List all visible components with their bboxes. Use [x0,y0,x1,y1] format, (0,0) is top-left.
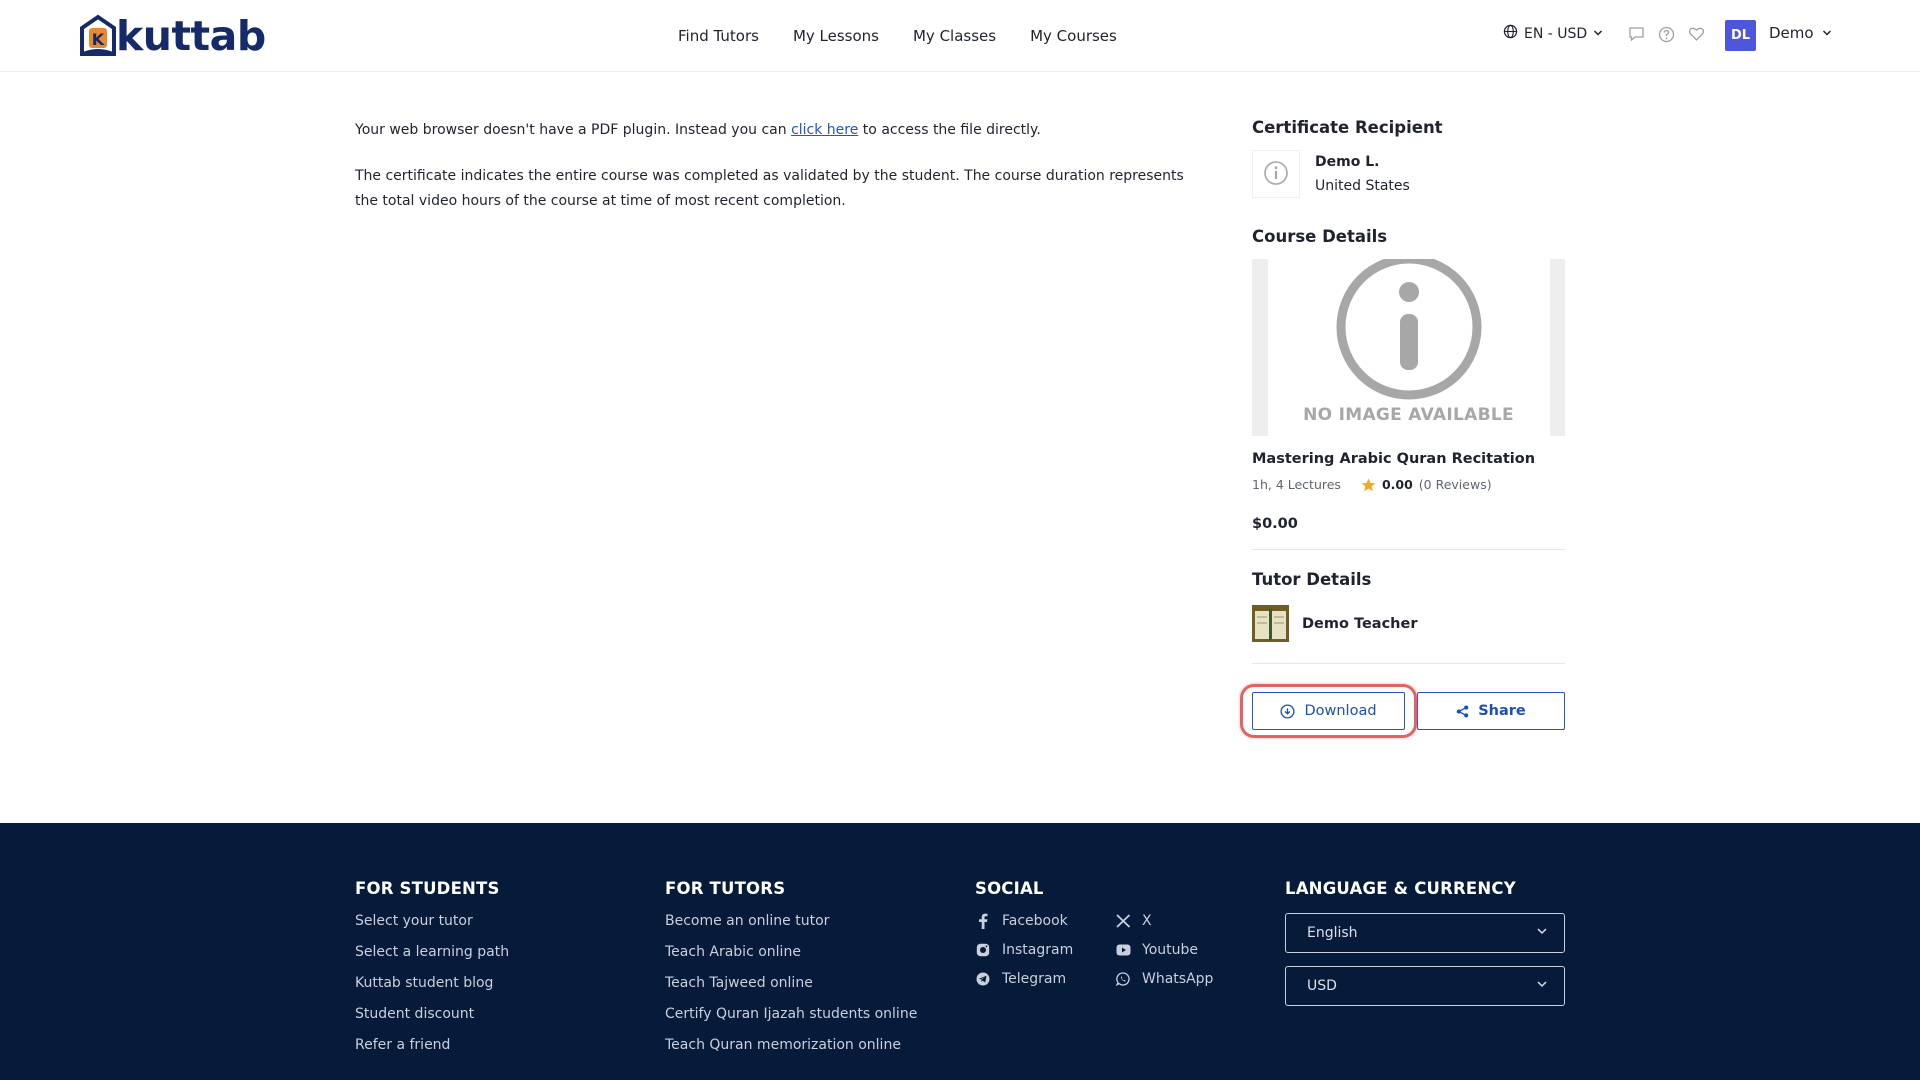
logo-mark-icon: K [78,14,118,58]
kuttab-logo[interactable]: K kuttab [78,12,266,60]
divider [1252,663,1565,664]
instagram-icon [975,942,991,958]
footer-language-currency: LANGUAGE & CURRENCY English USD [1285,879,1565,1019]
svg-text:K: K [92,30,105,49]
info-icon [1264,161,1288,185]
course-duration: 1h, 4 Lectures [1252,477,1341,492]
recipient-country: United States [1315,178,1410,194]
footer-students: FOR STUDENTS Select your tutor Select a … [355,879,509,1068]
tutor-card[interactable]: Demo Teacher [1252,605,1565,642]
chevron-down-icon [1536,925,1548,941]
lang-currency-label: EN - USD [1524,25,1588,42]
social-facebook[interactable]: Facebook [975,913,1115,929]
certificate-content: Your web browser doesn't have a PDF plug… [355,118,1185,235]
chevron-down-icon [1822,24,1832,42]
tutor-name: Demo Teacher [1302,615,1418,632]
footer-social: SOCIAL Facebook X Instagram Youtube Tele… [975,879,1235,987]
footer-link[interactable]: Select your tutor [355,913,509,929]
course-meta: 1h, 4 Lectures 0.00 (0 Reviews) [1252,477,1565,492]
social-whatsapp[interactable]: WhatsApp [1115,971,1235,987]
footer-link[interactable]: Kuttab student blog [355,975,509,991]
share-button[interactable]: Share [1417,692,1565,730]
divider [1252,549,1565,550]
cloud-download-icon [1280,703,1295,719]
tutor-avatar [1252,605,1289,642]
footer-link[interactable]: Teach Quran memorization online [665,1037,917,1053]
header-icons [1627,25,1717,43]
recipient-name: Demo L. [1315,154,1380,170]
help-icon[interactable] [1657,25,1675,43]
course-name[interactable]: Mastering Arabic Quran Recitation [1252,451,1565,467]
user-name: Demo [1769,24,1814,42]
no-image-info-icon [1336,259,1481,400]
footer-link[interactable]: Refer a friend [355,1037,509,1053]
currency-select[interactable]: USD [1285,966,1565,1006]
footer-lang-title: LANGUAGE & CURRENCY [1285,879,1516,898]
footer-link[interactable]: Teach Arabic online [665,944,917,960]
recipient-card: Demo L. United States [1252,150,1565,198]
heart-icon[interactable] [1687,25,1705,43]
social-telegram[interactable]: Telegram [975,971,1115,987]
rating-value: 0.00 [1381,477,1413,492]
social-instagram[interactable]: Instagram [975,942,1115,958]
course-details-heading: Course Details [1252,227,1388,246]
footer-link[interactable]: Certify Quran Ijazah students online [665,1006,917,1022]
footer-link[interactable]: Student discount [355,1006,509,1022]
footer-social-title: SOCIAL [975,879,1044,898]
telegram-icon [975,971,991,987]
language-select[interactable]: English [1285,913,1565,953]
footer-tutors-title: FOR TUTORS [665,879,786,898]
nav-find-tutors[interactable]: Find Tutors [678,27,759,45]
footer-tutors: FOR TUTORS Become an online tutor Teach … [665,879,917,1068]
click-here-link[interactable]: click here [791,122,858,138]
message-icon[interactable] [1627,25,1645,43]
site-footer: FOR STUDENTS Select your tutor Select a … [0,823,1920,1080]
x-icon [1115,913,1131,929]
nav-my-lessons[interactable]: My Lessons [793,27,879,45]
nav-my-courses[interactable]: My Courses [1030,27,1117,45]
download-button[interactable]: Download [1252,692,1405,730]
user-menu[interactable]: Demo [1769,24,1840,42]
whatsapp-icon [1115,971,1131,987]
footer-students-title: FOR STUDENTS [355,879,500,898]
share-icon [1456,705,1469,717]
footer-link[interactable]: Select a learning path [355,944,509,960]
main-nav: Find Tutors My Lessons My Classes My Cou… [678,0,1151,72]
site-header: K kuttab Find Tutors My Lessons My Class… [0,0,1920,72]
facebook-icon [975,913,991,929]
no-image-text: NO IMAGE AVAILABLE [1303,405,1514,425]
youtube-icon [1115,942,1131,958]
tutor-details-heading: Tutor Details [1252,570,1372,589]
course-price: $0.00 [1252,516,1298,532]
certificate-sidebar: Certificate Recipient Demo L. United Sta… [1240,118,1565,738]
certificate-note: The certificate indicates the entire cou… [355,168,1184,209]
star-icon [1361,478,1376,492]
course-image: NO IMAGE AVAILABLE [1252,259,1565,436]
certificate-actions: Download Share [1240,684,1565,738]
footer-link[interactable]: Become an online tutor [665,913,917,929]
language-currency-selector[interactable]: EN - USD [1503,24,1603,43]
recipient-heading: Certificate Recipient [1252,118,1443,137]
social-youtube[interactable]: Youtube [1115,942,1235,958]
social-x[interactable]: X [1115,913,1235,929]
chevron-down-icon [1536,978,1548,994]
logo-text: kuttab [116,12,266,60]
nav-my-classes[interactable]: My Classes [913,27,996,45]
footer-link[interactable]: Teach Tajweed online [665,975,917,991]
review-count: (0 Reviews) [1418,477,1492,492]
chevron-down-icon [1593,26,1603,42]
pdf-notice: Your web browser doesn't have a PDF plug… [355,122,1041,138]
avatar[interactable]: DL [1725,20,1756,51]
recipient-avatar [1252,150,1300,198]
globe-icon [1503,24,1518,43]
